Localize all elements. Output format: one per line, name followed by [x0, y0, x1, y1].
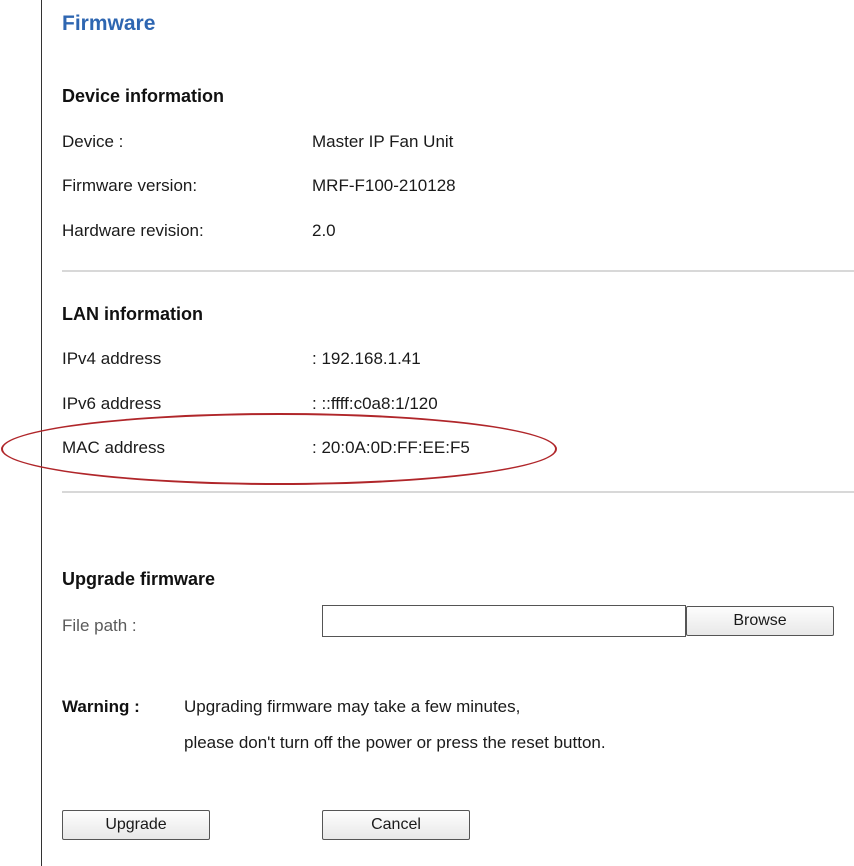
ipv4-address-value: : 192.168.1.41: [312, 349, 421, 368]
upgrade-firmware-heading: Upgrade firmware: [62, 569, 216, 589]
browse-button[interactable]: Browse: [686, 606, 834, 636]
hardware-revision-value: 2.0: [312, 221, 336, 240]
warning-label: Warning :: [62, 697, 140, 716]
mac-address-label: MAC address: [62, 438, 165, 457]
device-value: Master IP Fan Unit: [312, 132, 454, 151]
cancel-button[interactable]: Cancel: [322, 810, 470, 840]
ipv6-address-value: : ::ffff:c0a8:1/120: [312, 394, 438, 413]
firmware-version-value: MRF-F100-210128: [312, 176, 456, 195]
device-label: Device :: [62, 132, 124, 151]
lan-information-heading: LAN information: [62, 304, 203, 324]
ipv4-address-label: IPv4 address: [62, 349, 162, 368]
warning-text-line-1: Upgrading firmware may take a few minute…: [184, 697, 521, 716]
file-path-input[interactable]: [322, 605, 686, 637]
firmware-version-label: Firmware version:: [62, 176, 198, 195]
section-divider: [62, 270, 854, 272]
file-path-label: File path :: [62, 616, 137, 635]
ipv6-address-label: IPv6 address: [62, 394, 162, 413]
warning-text-line-2: please don't turn off the power or press…: [184, 733, 606, 752]
device-information-heading: Device information: [62, 86, 225, 106]
section-divider: [62, 491, 854, 493]
upgrade-button[interactable]: Upgrade: [62, 810, 210, 840]
mac-address-value: : 20:0A:0D:FF:EE:F5: [312, 438, 470, 457]
hardware-revision-label: Hardware revision:: [62, 221, 204, 240]
page-title: Firmware: [62, 12, 156, 35]
